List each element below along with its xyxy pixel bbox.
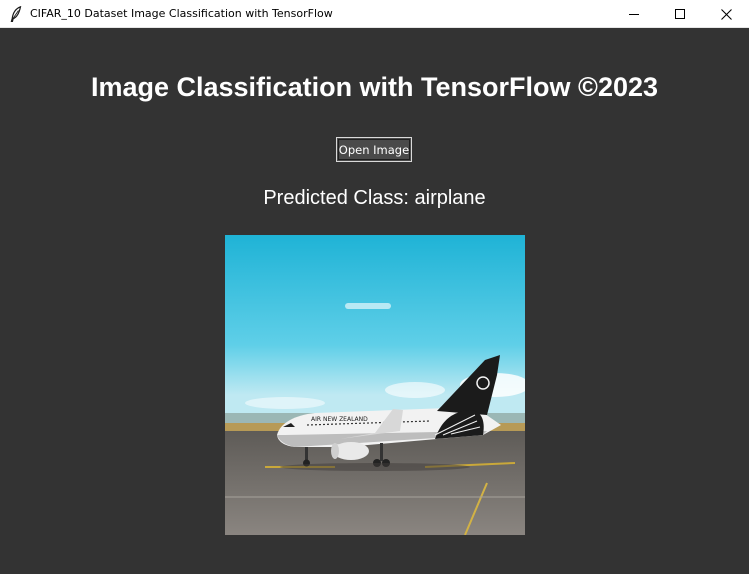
- prediction-label: Predicted Class: airplane: [263, 187, 486, 209]
- close-button[interactable]: [703, 0, 749, 28]
- window-controls: [611, 0, 749, 28]
- classified-image: AIR NEW ZEALAND: [225, 235, 525, 535]
- title-bar[interactable]: CIFAR_10 Dataset Image Classification wi…: [0, 0, 749, 28]
- page-heading: Image Classification with TensorFlow ©20…: [90, 72, 659, 102]
- open-image-button[interactable]: Open Image: [336, 137, 412, 162]
- window-title: CIFAR_10 Dataset Image Classification wi…: [30, 7, 333, 20]
- close-icon: [720, 8, 732, 20]
- maximize-icon: [675, 9, 685, 19]
- minimize-button[interactable]: [611, 0, 657, 28]
- feather-icon: [9, 5, 23, 22]
- livery-text: AIR NEW ZEALAND: [311, 416, 368, 423]
- minimize-icon: [629, 14, 639, 15]
- maximize-button[interactable]: [657, 0, 703, 28]
- app-window: CIFAR_10 Dataset Image Classification wi…: [0, 0, 749, 574]
